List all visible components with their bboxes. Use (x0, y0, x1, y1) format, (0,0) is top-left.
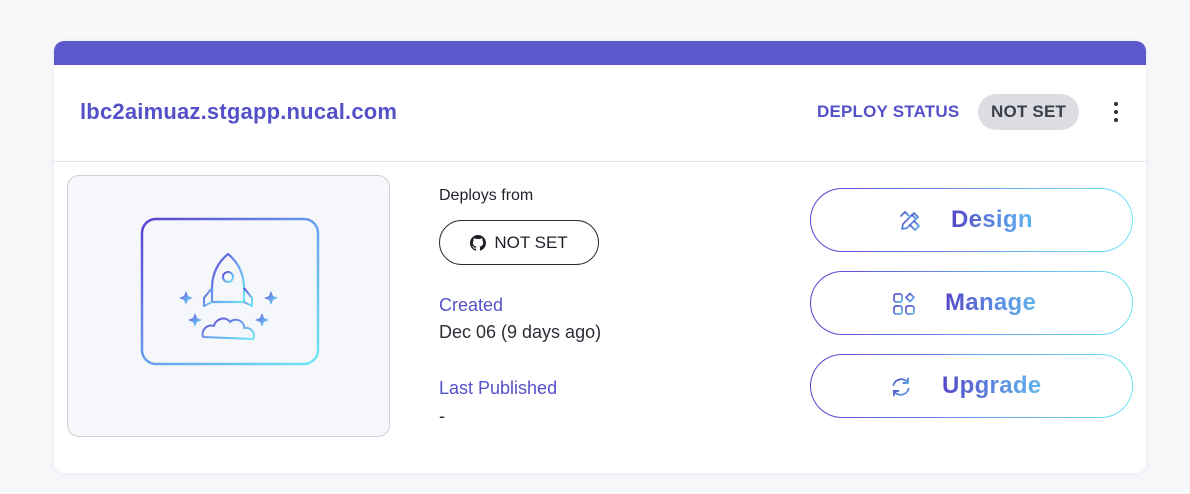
manage-button-label: Manage (945, 272, 1036, 334)
site-preview-thumbnail[interactable] (67, 175, 390, 437)
repo-source-button[interactable]: NOT SET (439, 220, 599, 265)
design-button[interactable]: Design (810, 188, 1133, 252)
rocket-monitor-icon (140, 217, 320, 389)
refresh-icon (892, 377, 910, 397)
deploy-status-badge: NOT SET (978, 94, 1080, 130)
repo-source-value: NOT SET (494, 232, 568, 252)
apps-grid-icon (893, 292, 915, 315)
card-header: lbc2aimuaz.stgapp.nucal.com DEPLOY STATU… (54, 65, 1146, 162)
upgrade-button-label: Upgrade (942, 355, 1041, 417)
more-options-icon[interactable] (1106, 98, 1126, 126)
design-button-label: Design (951, 189, 1033, 251)
last-published-value: - (439, 406, 445, 426)
site-card: lbc2aimuaz.stgapp.nucal.com DEPLOY STATU… (54, 41, 1146, 473)
manage-button[interactable]: Manage (810, 271, 1133, 335)
card-accent-bar (54, 41, 1146, 65)
upgrade-button[interactable]: Upgrade (810, 354, 1133, 418)
created-label: Created (439, 295, 504, 315)
github-icon (470, 234, 487, 251)
design-tools-icon (900, 211, 920, 231)
deploys-from-label: Deploys from (439, 187, 534, 204)
created-value: Dec 06 (9 days ago) (439, 322, 602, 342)
site-domain-link[interactable]: lbc2aimuaz.stgapp.nucal.com (80, 99, 397, 125)
deploy-status-label: DEPLOY STATUS (817, 102, 960, 121)
last-published-label: Last Published (439, 378, 558, 398)
